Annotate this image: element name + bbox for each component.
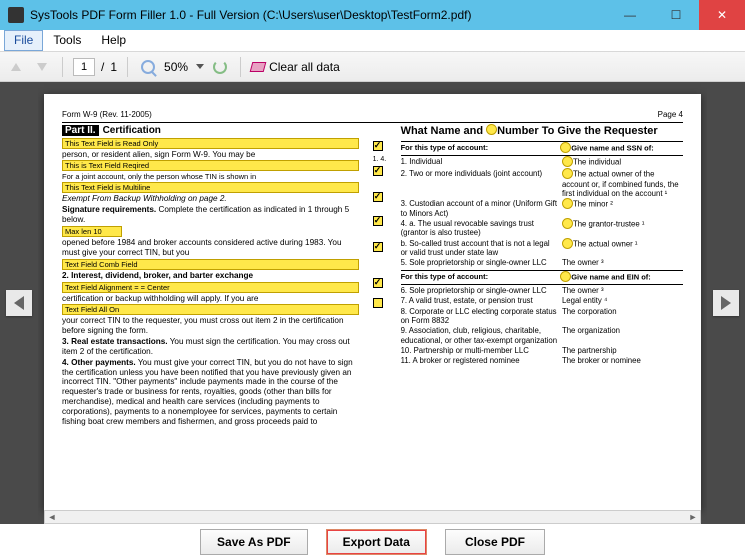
field-allon[interactable]: Text Field All On <box>62 304 359 315</box>
menu-file[interactable]: File <box>4 30 43 51</box>
table-row: 8. Corporate or LLC electing corporate s… <box>401 306 683 326</box>
page-up-button[interactable] <box>6 57 26 77</box>
scroll-left-button[interactable]: ◄ <box>45 511 59 523</box>
prev-page-button[interactable] <box>6 290 32 316</box>
table-row: b. So-called trust account that is not a… <box>401 238 683 258</box>
field-readonly[interactable]: This Text Field is Read Only <box>62 138 359 149</box>
checkbox[interactable]: ✓ <box>373 192 383 202</box>
field-multiline[interactable]: This Text Field is Multiline <box>62 182 359 193</box>
table-header: For this type of account: Give name and … <box>401 270 683 285</box>
table-row: 9. Association, club, religious, charita… <box>401 326 683 346</box>
table-row: 1. IndividualThe individual <box>401 156 683 168</box>
next-page-button[interactable] <box>713 290 739 316</box>
radio-icon[interactable] <box>560 142 571 153</box>
maximize-button[interactable]: ☐ <box>653 0 699 30</box>
radio-icon[interactable] <box>562 218 573 229</box>
radio-icon[interactable] <box>486 124 497 135</box>
clear-label: Clear all data <box>269 60 340 74</box>
body-text: Exempt From Backup Withholding on page 2… <box>62 194 359 204</box>
right-title: What Name and Number To Give the Request… <box>401 125 683 138</box>
body-text: For a joint account, only the person who… <box>62 172 359 181</box>
pdf-viewer: Form W-9 (Rev. 11-2005) Page 4 Part II.C… <box>0 82 745 524</box>
nav-right <box>707 82 745 524</box>
radio-icon[interactable] <box>562 168 573 179</box>
body-text: certification or backup withholding will… <box>62 294 359 304</box>
body-text: person, or resident alien, sign Form W-9… <box>62 150 359 160</box>
clear-all-data-button[interactable]: Clear all data <box>251 60 340 74</box>
scroll-right-button[interactable]: ► <box>686 511 700 523</box>
page-down-button[interactable] <box>32 57 52 77</box>
table-row: 6. Sole proprietorship or single-owner L… <box>401 285 683 295</box>
eraser-icon <box>250 62 267 72</box>
checkbox[interactable]: ✓ <box>373 242 383 252</box>
window-title: SysTools PDF Form Filler 1.0 - Full Vers… <box>30 8 607 22</box>
heading-2: 2. Interest, dividend, broker, and barte… <box>62 271 359 281</box>
field-required[interactable]: This is Text Field Reqired <box>62 160 359 171</box>
close-pdf-button[interactable]: Close PDF <box>445 529 545 555</box>
refresh-button[interactable] <box>210 57 230 77</box>
checkbox[interactable]: ✓ <box>373 141 383 151</box>
doc-page-label: Page 4 <box>658 110 683 120</box>
checkbox[interactable]: ✓ <box>373 278 383 288</box>
page-number-input[interactable] <box>73 58 95 76</box>
heading-4: 4. Other payments. You must give your co… <box>62 358 359 427</box>
export-data-button[interactable]: Export Data <box>326 529 427 555</box>
radio-icon[interactable] <box>562 238 573 249</box>
table-header: For this type of account: Give name and … <box>401 141 683 156</box>
body-text: your correct TIN to the requester, you m… <box>62 316 359 336</box>
table-row: 4. a. The usual revocable savings trust … <box>401 219 683 239</box>
radio-icon[interactable] <box>562 156 573 167</box>
side-num: 1. 4. <box>373 156 387 164</box>
table-row: 7. A valid trust, estate, or pension tru… <box>401 296 683 306</box>
table-row: 2. Two or more individuals (joint accoun… <box>401 168 683 199</box>
menu-tools[interactable]: Tools <box>43 30 91 51</box>
toolbar: / 1 50% Clear all data <box>0 52 745 82</box>
checkbox[interactable]: ✓ <box>373 166 383 176</box>
minimize-button[interactable]: — <box>607 0 653 30</box>
field-comb[interactable]: Text Field Comb Field <box>62 259 359 270</box>
pdf-page: Form W-9 (Rev. 11-2005) Page 4 Part II.C… <box>44 94 701 510</box>
zoom-level: 50% <box>164 60 188 74</box>
checkbox[interactable]: ✓ <box>373 216 383 226</box>
field-maxlen[interactable]: Max len 10 <box>62 226 122 237</box>
page-sep: / <box>101 60 104 74</box>
table-row: 5. Sole proprietorship or single-owner L… <box>401 258 683 268</box>
field-center[interactable]: Text Field Alignment = = Center <box>62 282 359 293</box>
part-title: Part II.Certification <box>62 125 359 137</box>
title-bar: SysTools PDF Form Filler 1.0 - Full Vers… <box>0 0 745 30</box>
table-row: 10. Partnership or multi-member LLCThe p… <box>401 345 683 355</box>
menu-help[interactable]: Help <box>91 30 136 51</box>
heading-3: 3. Real estate transactions. You must si… <box>62 337 359 357</box>
save-as-pdf-button[interactable]: Save As PDF <box>200 529 308 555</box>
radio-icon[interactable] <box>560 271 571 282</box>
menu-bar: File Tools Help <box>0 30 745 52</box>
nav-left <box>0 82 38 524</box>
footer-buttons: Save As PDF Export Data Close PDF <box>0 524 745 560</box>
form-id: Form W-9 (Rev. 11-2005) <box>62 110 152 120</box>
app-icon <box>8 7 24 23</box>
table-row: 11. A broker or registered nomineeThe br… <box>401 356 683 366</box>
radio-icon[interactable] <box>562 198 573 209</box>
zoom-dropdown-icon[interactable] <box>196 64 204 69</box>
signature-req: Signature requirements. Complete the cer… <box>62 205 359 225</box>
horizontal-scrollbar[interactable]: ◄ ► <box>44 510 701 524</box>
table-row: 3. Custodian account of a minor (Uniform… <box>401 199 683 219</box>
page-total: 1 <box>110 60 117 74</box>
checkbox[interactable] <box>373 298 383 308</box>
zoom-icon[interactable] <box>138 57 158 77</box>
body-text: opened before 1984 and broker accounts c… <box>62 238 359 258</box>
close-window-button[interactable]: ✕ <box>699 0 745 30</box>
